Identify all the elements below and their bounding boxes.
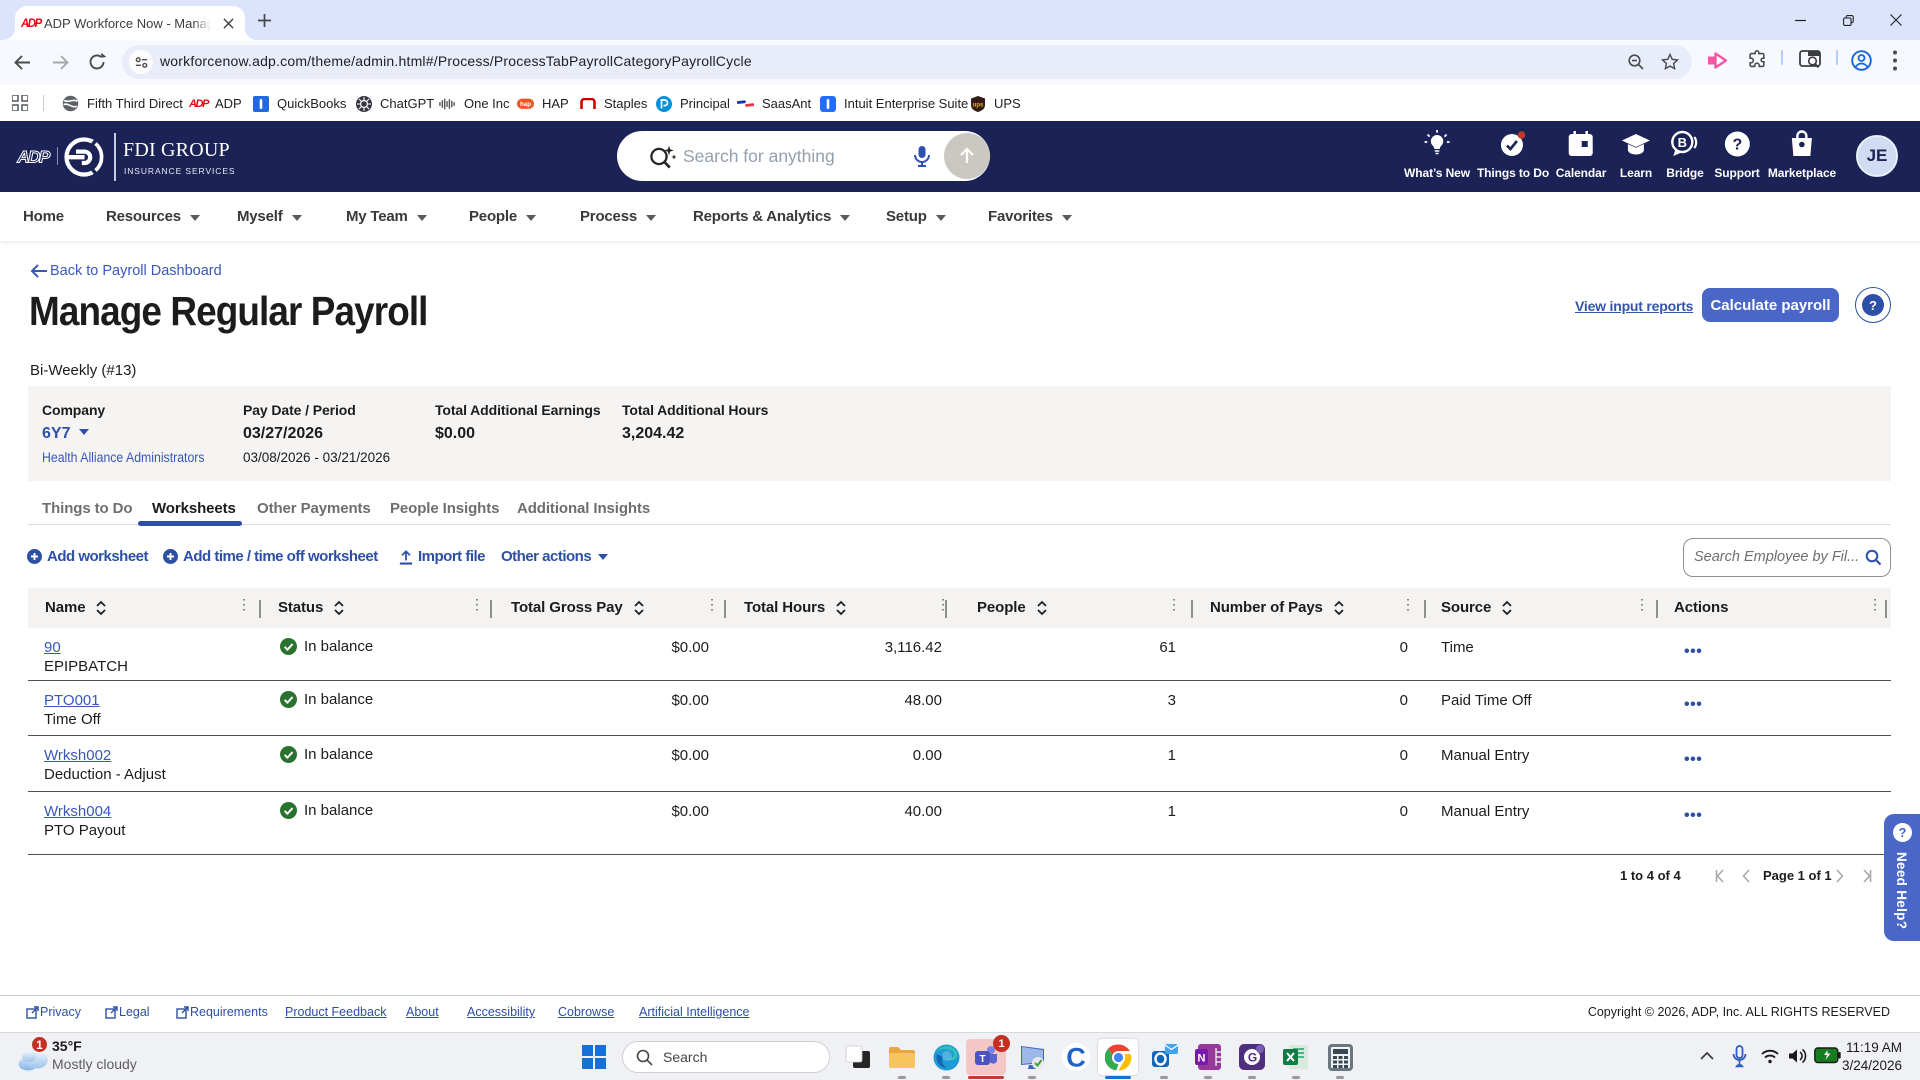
svg-text:G: G — [1248, 1051, 1257, 1065]
svg-text:T: T — [979, 1054, 985, 1065]
svg-text:N: N — [1198, 1053, 1206, 1065]
svg-text:C: C — [1066, 1043, 1086, 1073]
